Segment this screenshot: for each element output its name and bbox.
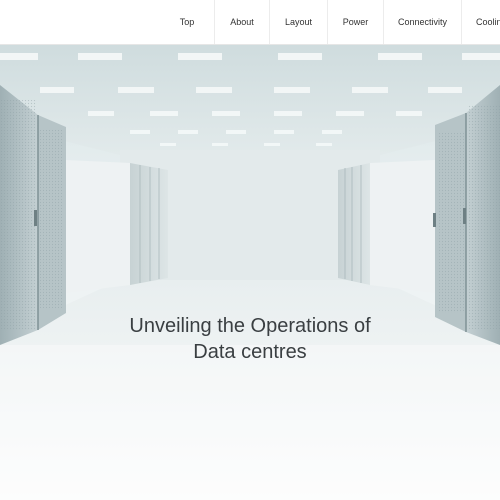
- nav-item-top[interactable]: Top: [160, 0, 215, 44]
- page: Top About Layout Power Connectivity Cool…: [0, 0, 500, 500]
- hero-title-line1: Unveiling the Operations of: [129, 315, 371, 337]
- nav-item-connectivity[interactable]: Connectivity: [384, 0, 462, 44]
- nav-item-about[interactable]: About: [215, 0, 270, 44]
- top-navigation: Top About Layout Power Connectivity Cool…: [0, 0, 500, 45]
- nav-item-layout[interactable]: Layout: [270, 0, 328, 44]
- nav-menu: Top About Layout Power Connectivity Cool…: [160, 0, 500, 44]
- hero-background-image: [0, 45, 500, 500]
- hero-section: Unveiling the Operations of Data centres: [0, 45, 500, 500]
- hero-title: Unveiling the Operations of Data centres: [0, 313, 500, 365]
- hero-title-line2: Data centres: [193, 341, 307, 363]
- nav-item-cooling[interactable]: Cooling: [462, 0, 500, 44]
- nav-item-power[interactable]: Power: [328, 0, 384, 44]
